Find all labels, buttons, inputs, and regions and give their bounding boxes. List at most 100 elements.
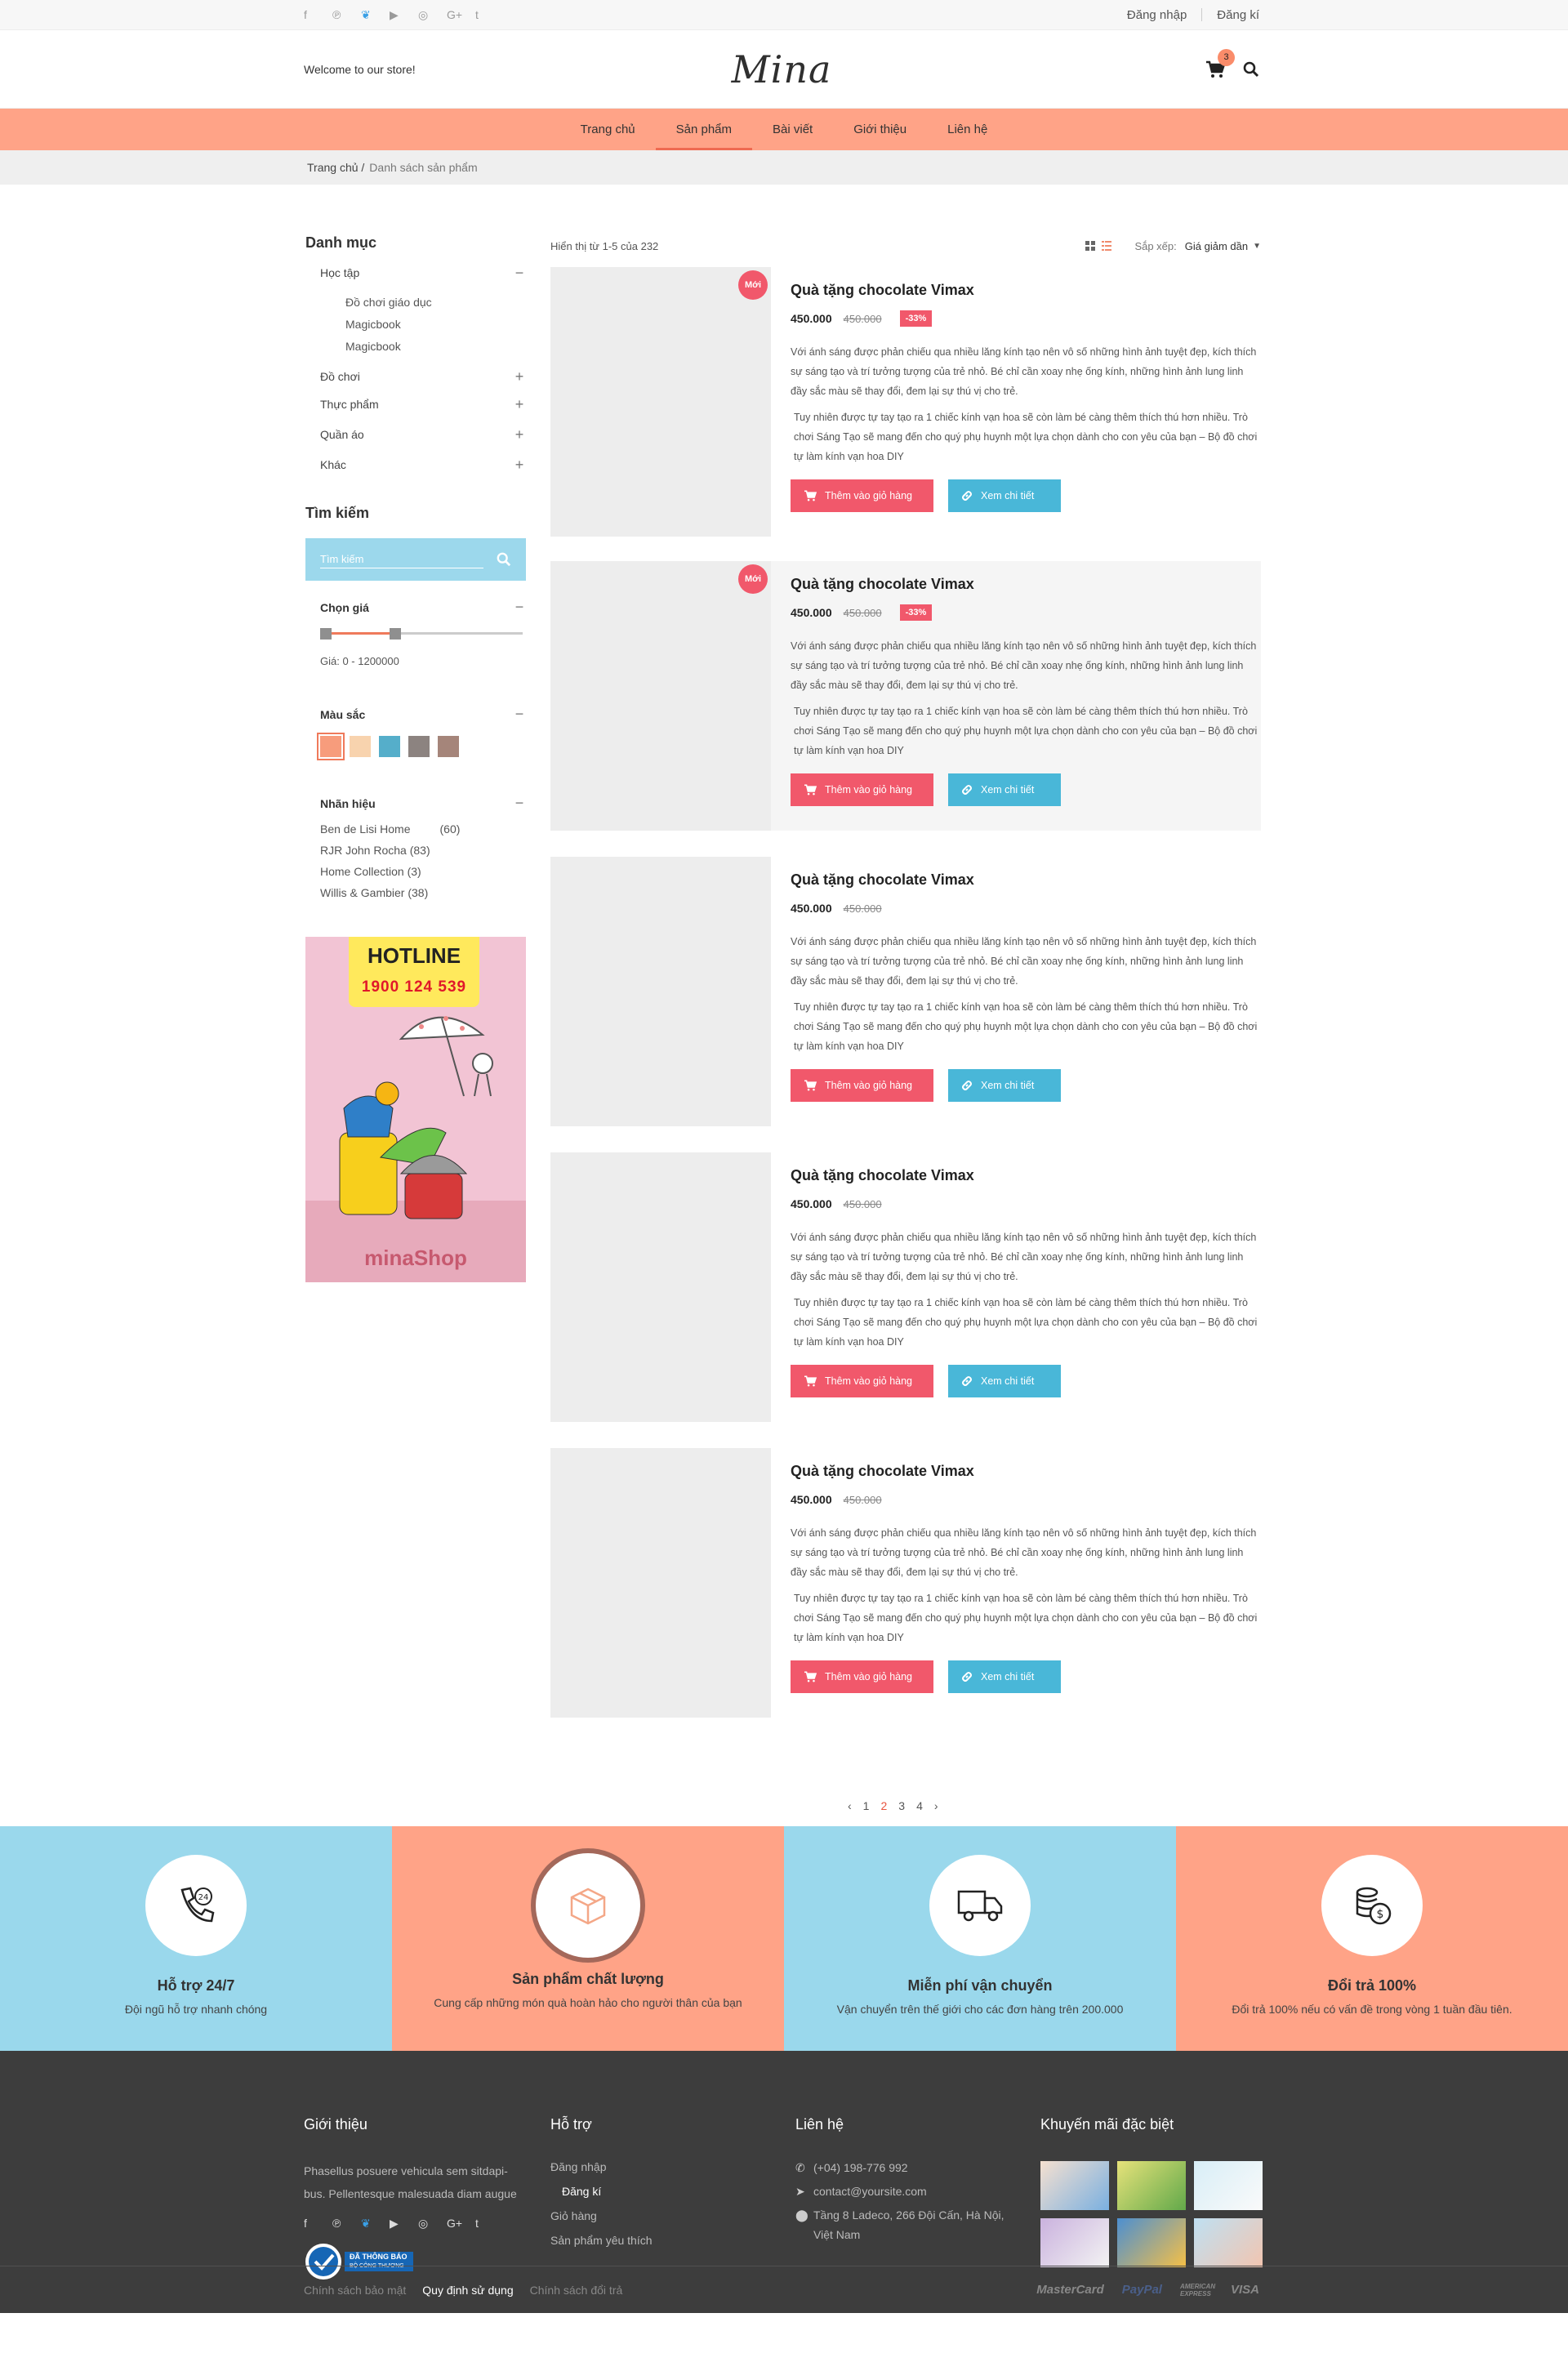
promo-thumbnail[interactable] [1194, 2218, 1263, 2267]
slider-handle-max[interactable] [390, 628, 401, 640]
google-plus-icon[interactable]: G+ [447, 2217, 475, 2231]
add-to-cart-button[interactable]: Thêm vào giỏ hàng [791, 773, 933, 806]
nav-contact[interactable]: Liên hệ [927, 109, 1008, 150]
promo-thumbnail[interactable] [1117, 2218, 1186, 2267]
tumblr-icon[interactable]: t [475, 8, 504, 22]
brand-item[interactable]: Willis & Gambier (38) [305, 882, 526, 903]
page-link[interactable]: 4 [916, 1799, 923, 1812]
contact-phone[interactable]: ✆ (+04) 198-776 992 [795, 2158, 1016, 2177]
brand-item[interactable]: Home Collection (3) [305, 861, 526, 882]
facebook-icon[interactable]: f [304, 8, 332, 22]
collapse-icon[interactable]: − [513, 265, 526, 282]
promo-thumbnail[interactable] [1040, 2218, 1109, 2267]
hotline-banner[interactable]: HOTLINE 1900 124 539 minaShop [305, 937, 526, 1282]
nav-home[interactable]: Trang chủ [560, 109, 656, 150]
footer-link[interactable]: Giỏ hàng [550, 2204, 779, 2228]
nav-products[interactable]: Sản phẩm [655, 109, 753, 150]
search-icon[interactable] [497, 552, 511, 567]
policy-link[interactable]: Chính sách đổi trả [530, 2284, 623, 2297]
logo[interactable]: Mina [732, 47, 832, 91]
product-name[interactable]: Quà tặng chocolate Vimax [791, 871, 1261, 891]
subcategory-item[interactable]: Đồ chơi giáo dục [305, 292, 526, 314]
expand-icon[interactable]: + [513, 457, 526, 474]
add-to-cart-button[interactable]: Thêm vào giỏ hàng [791, 1069, 933, 1102]
collapse-icon[interactable]: − [513, 706, 526, 723]
view-detail-button[interactable]: Xem chi tiết [948, 1365, 1061, 1397]
slider-handle-min[interactable] [320, 628, 332, 640]
contact-email[interactable]: ➤ contact@yoursite.com [795, 2182, 1016, 2201]
color-swatch[interactable] [438, 736, 459, 757]
product-image[interactable] [550, 1448, 771, 1718]
product-name[interactable]: Quà tặng chocolate Vimax [791, 282, 1261, 301]
category-item[interactable]: Quần áo + [305, 426, 526, 443]
grid-view-icon[interactable] [1085, 241, 1096, 251]
promo-thumbnail[interactable] [1194, 2161, 1263, 2210]
youtube-icon[interactable]: ▶ [390, 8, 418, 22]
view-detail-button[interactable]: Xem chi tiết [948, 773, 1061, 806]
category-item[interactable]: Đồ chơi + [305, 368, 526, 386]
page-link[interactable]: 3 [898, 1799, 905, 1812]
color-swatch[interactable] [408, 736, 430, 757]
price-filter-header[interactable]: Chọn giá − [305, 599, 526, 616]
prev-page-button[interactable]: ‹ [848, 1799, 852, 1812]
list-view-icon[interactable] [1102, 241, 1112, 251]
subcategory-item[interactable]: Magicbook [305, 314, 526, 336]
product-card[interactable]: Quà tặng chocolate Vimax 450.000 450.000 Vớ… [550, 1448, 1261, 1718]
footer-link[interactable]: Đăng kí [550, 2179, 779, 2204]
product-name[interactable]: Quà tặng chocolate Vimax [791, 1463, 1261, 1482]
view-detail-button[interactable]: Xem chi tiết [948, 479, 1061, 512]
color-swatch[interactable] [379, 736, 400, 757]
next-page-button[interactable]: › [934, 1799, 938, 1812]
product-name[interactable]: Quà tặng chocolate Vimax [791, 1167, 1261, 1187]
login-link[interactable]: Đăng nhập [1127, 8, 1187, 22]
search-input[interactable] [320, 550, 483, 568]
price-slider[interactable] [320, 626, 523, 642]
brand-item[interactable]: Ben de Lisi Home (60) [305, 818, 526, 840]
product-image[interactable]: Mới [550, 561, 771, 831]
twitter-icon[interactable]: ❦ [361, 8, 390, 22]
nav-about[interactable]: Giới thiệu [833, 109, 927, 150]
hotline-phone[interactable]: 1900 124 539 [349, 978, 479, 996]
tumblr-icon[interactable]: t [475, 2217, 504, 2231]
add-to-cart-button[interactable]: Thêm vào giỏ hàng [791, 1660, 933, 1693]
product-image[interactable] [550, 857, 771, 1126]
footer-link[interactable]: Sản phẩm yêu thích [550, 2228, 779, 2253]
expand-icon[interactable]: + [513, 426, 526, 443]
instagram-icon[interactable]: ◎ [418, 2217, 447, 2231]
page-link[interactable]: 1 [863, 1799, 870, 1812]
pinterest-icon[interactable]: ℗ [332, 8, 361, 22]
product-card[interactable]: Quà tặng chocolate Vimax 450.000 450.000 Vớ… [550, 1152, 1261, 1422]
facebook-icon[interactable]: f [304, 2217, 332, 2231]
page-link-current[interactable]: 2 [880, 1799, 887, 1812]
add-to-cart-button[interactable]: Thêm vào giỏ hàng [791, 1365, 933, 1397]
cart-button[interactable]: 3 [1205, 48, 1235, 78]
collapse-icon[interactable]: − [513, 795, 526, 812]
youtube-icon[interactable]: ▶ [390, 2217, 418, 2231]
sort-select[interactable]: Giá giảm dần [1185, 240, 1248, 252]
promo-thumbnail[interactable] [1040, 2161, 1109, 2210]
product-name[interactable]: Quà tặng chocolate Vimax [791, 576, 1261, 595]
footer-link[interactable]: Đăng nhập [550, 2155, 779, 2179]
add-to-cart-button[interactable]: Thêm vào giỏ hàng [791, 479, 933, 512]
promo-thumbnail[interactable] [1117, 2161, 1186, 2210]
category-item[interactable]: Khác + [305, 456, 526, 474]
product-image[interactable] [550, 1152, 771, 1422]
register-link[interactable]: Đăng kí [1217, 8, 1259, 22]
subcategory-item[interactable]: Magicbook [305, 336, 526, 358]
nav-posts[interactable]: Bài viết [752, 109, 833, 150]
color-swatch[interactable] [317, 733, 345, 760]
google-plus-icon[interactable]: G+ [447, 8, 475, 22]
policy-link[interactable]: Chính sách bảo mật [304, 2284, 406, 2297]
expand-icon[interactable]: + [513, 368, 526, 386]
twitter-icon[interactable]: ❦ [361, 2217, 390, 2231]
color-swatch[interactable] [350, 736, 371, 757]
color-filter-header[interactable]: Màu sắc − [305, 706, 526, 723]
product-card[interactable]: Quà tặng chocolate Vimax 450.000 450.000 Vớ… [550, 857, 1261, 1126]
product-card[interactable]: Mới Quà tặng chocolate Vimax 450.000 450.00… [550, 561, 1261, 831]
expand-icon[interactable]: + [513, 396, 526, 413]
category-item[interactable]: Thực phẩm + [305, 395, 526, 413]
view-detail-button[interactable]: Xem chi tiết [948, 1069, 1061, 1102]
product-image[interactable]: Mới [550, 267, 771, 537]
search-icon[interactable] [1243, 61, 1259, 78]
instagram-icon[interactable]: ◎ [418, 8, 447, 22]
